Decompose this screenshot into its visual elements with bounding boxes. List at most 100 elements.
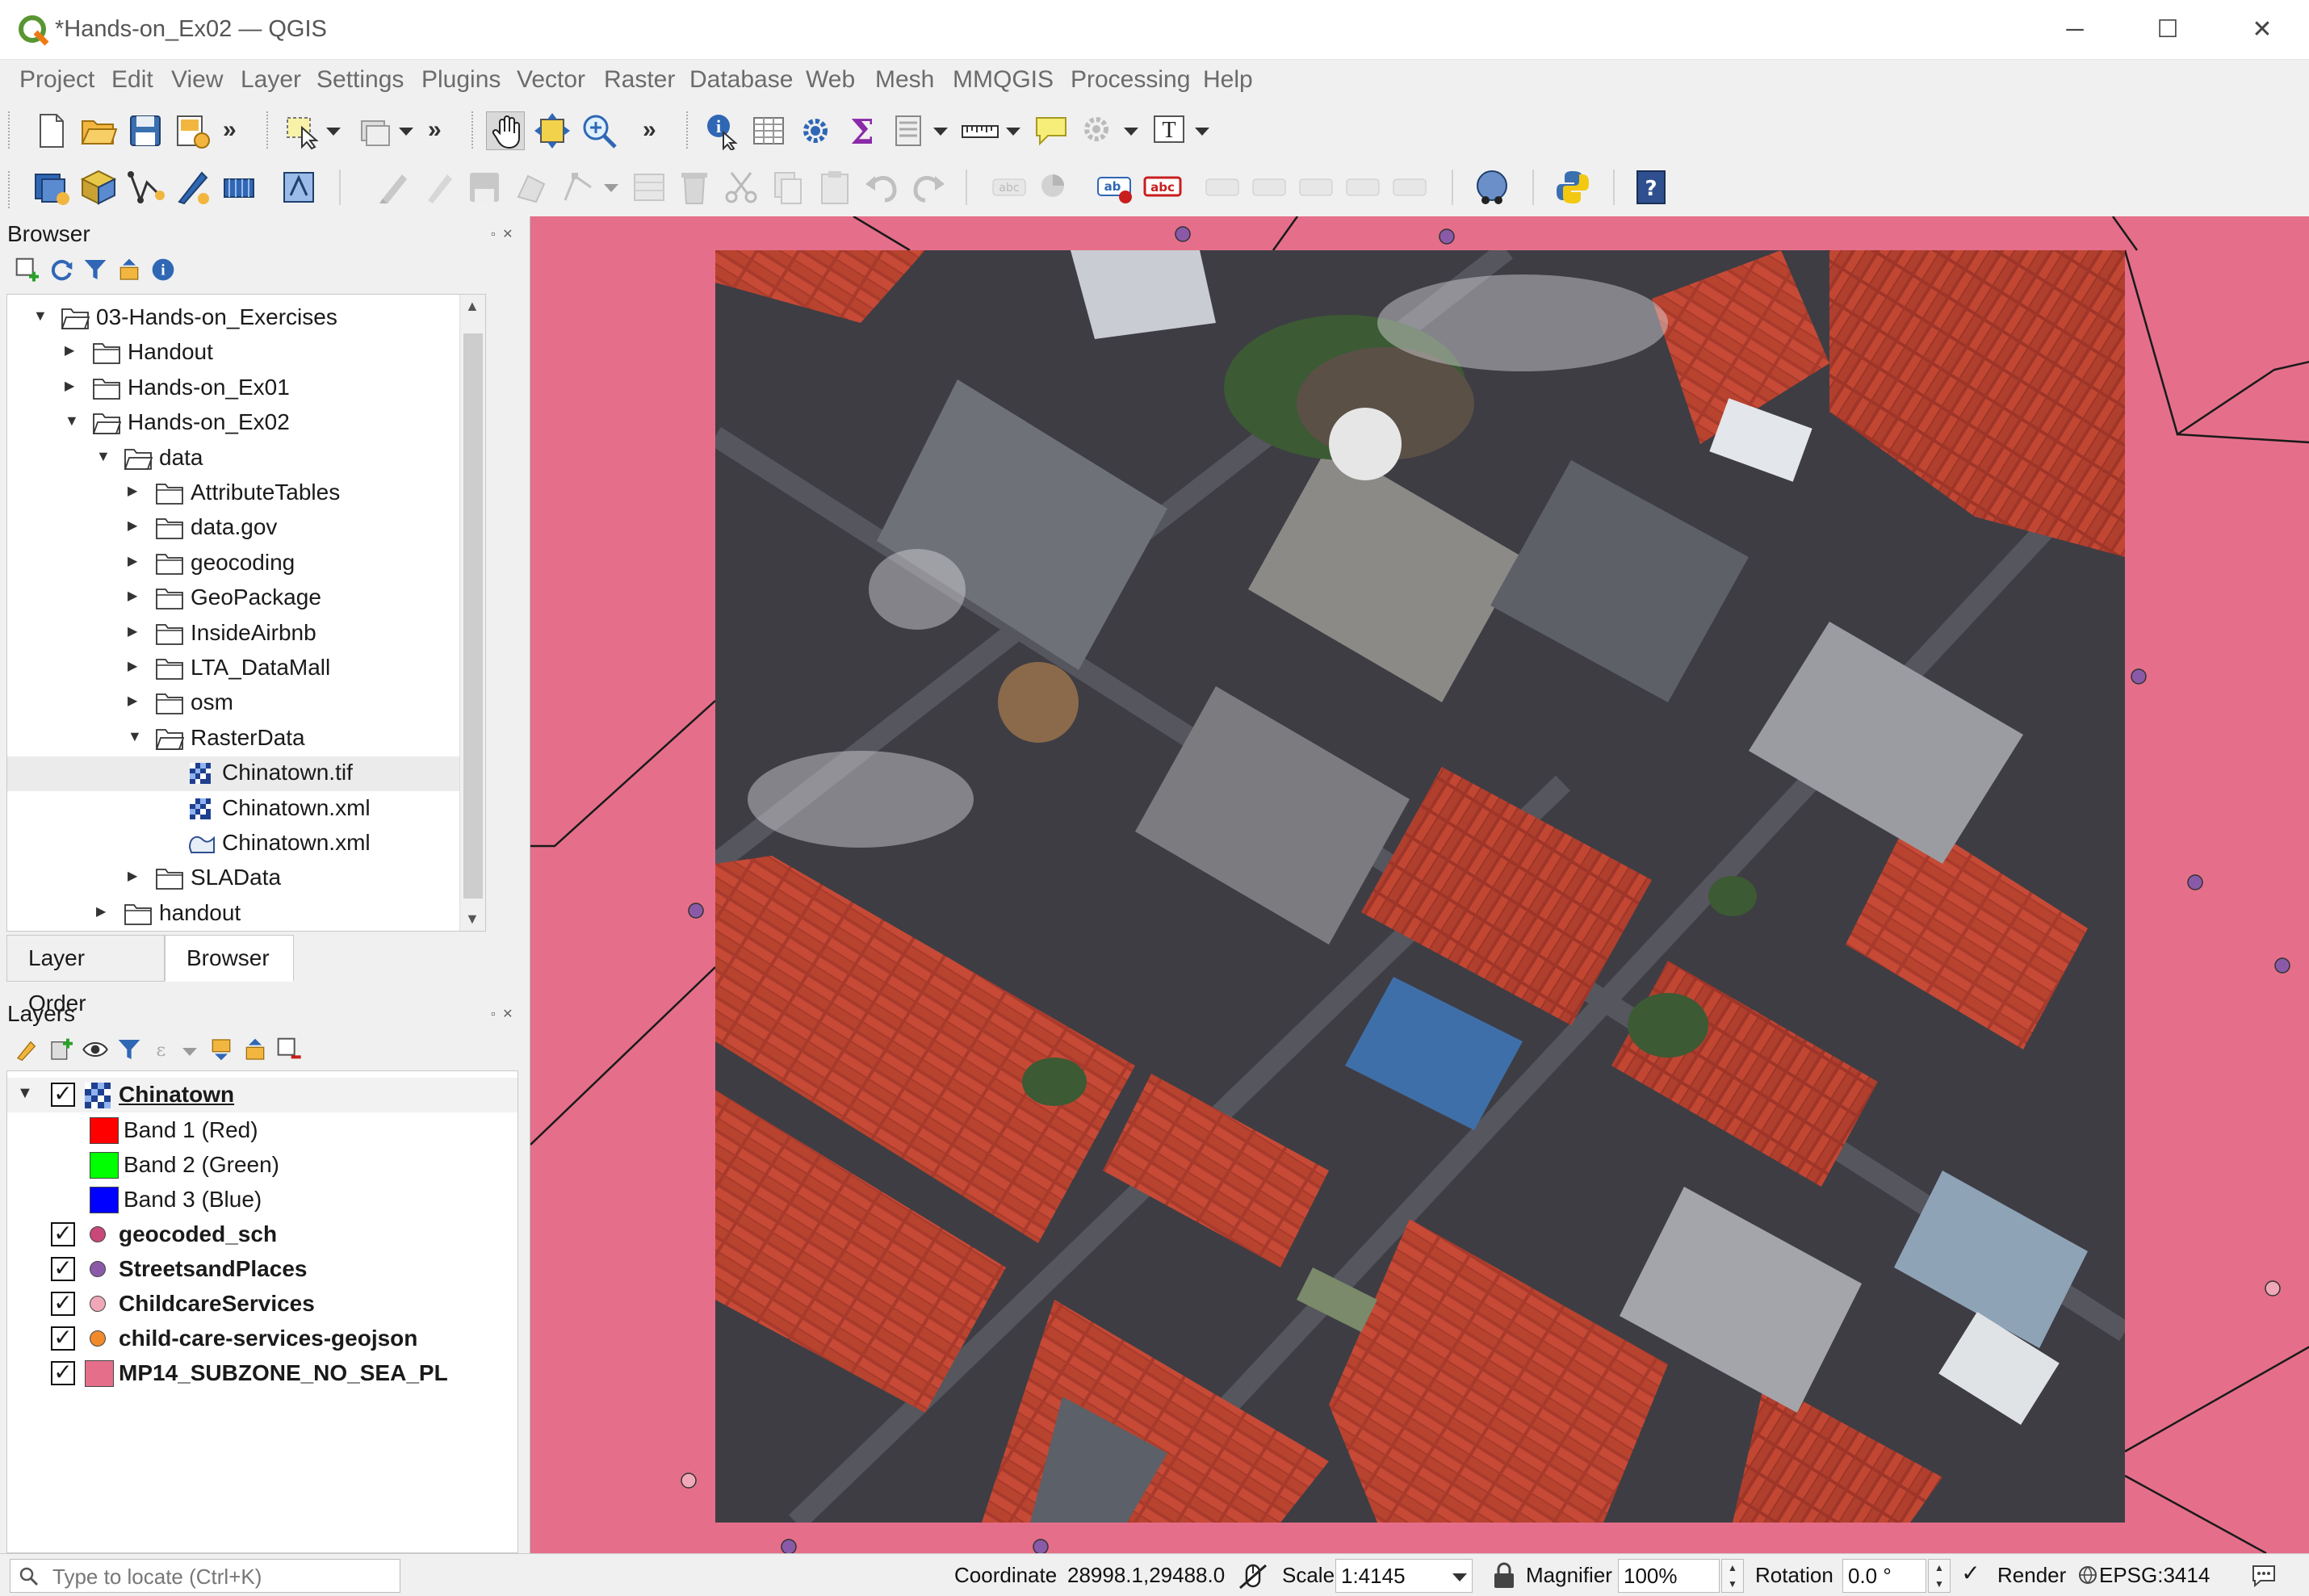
current-edits-icon[interactable] bbox=[375, 168, 413, 207]
processing-settings-icon[interactable] bbox=[796, 111, 835, 150]
properties-info-icon[interactable]: i bbox=[150, 257, 176, 283]
magnifier-field[interactable]: 100% bbox=[1618, 1559, 1720, 1593]
browser-tree-item[interactable]: ▶ InsideAirbnb bbox=[7, 617, 459, 651]
layer-visibility-checkbox[interactable]: ✓ bbox=[51, 1326, 75, 1351]
minimize-button[interactable]: ─ bbox=[2051, 11, 2099, 48]
filter-by-expression-icon[interactable]: ε bbox=[150, 1037, 176, 1062]
expand-all-icon[interactable] bbox=[208, 1037, 234, 1062]
open-field-calculator-icon[interactable] bbox=[890, 111, 928, 150]
menu-processing[interactable]: Processing bbox=[1071, 66, 1190, 94]
identify-features-icon[interactable]: i bbox=[702, 111, 741, 152]
statistical-summary-icon[interactable]: Σ bbox=[843, 111, 882, 152]
layer-visibility-checkbox[interactable]: ✓ bbox=[51, 1361, 75, 1385]
browser-tree-item[interactable]: ▶ handout bbox=[7, 897, 459, 931]
add-feature-icon[interactable] bbox=[512, 168, 551, 207]
save-edits-icon[interactable] bbox=[465, 168, 504, 207]
save-project-icon[interactable] bbox=[126, 111, 165, 150]
close-button[interactable]: ✕ bbox=[2238, 11, 2286, 48]
toggle-editing-icon[interactable] bbox=[418, 168, 457, 207]
menu-project[interactable]: Project bbox=[19, 66, 94, 94]
browser-tree-item[interactable]: ▼ 03-Hands-on_Exercises bbox=[7, 301, 459, 336]
collapse-arrow-icon[interactable]: ▼ bbox=[96, 448, 114, 466]
scale-combobox[interactable]: 1:4145 bbox=[1335, 1559, 1473, 1593]
rotate-label-icon[interactable] bbox=[1343, 168, 1382, 207]
expand-arrow-icon[interactable]: ▶ bbox=[128, 588, 145, 605]
modify-attributes-icon[interactable] bbox=[630, 168, 668, 207]
browser-tree-item[interactable]: Chinatown.xml bbox=[7, 827, 459, 861]
redo-icon[interactable] bbox=[909, 168, 948, 207]
menu-view[interactable]: View bbox=[171, 66, 223, 94]
copy-features-icon[interactable] bbox=[769, 168, 807, 207]
highlight-unplaced-labels-icon[interactable]: abc bbox=[1143, 168, 1182, 207]
add-group-icon[interactable] bbox=[48, 1037, 74, 1062]
browser-tree-item[interactable]: ▶ osm bbox=[7, 686, 459, 721]
map-canvas[interactable] bbox=[530, 216, 2309, 1553]
layer-row-mp14-subzone[interactable]: ✓ MP14_SUBZONE_NO_SEA_PL bbox=[7, 1356, 518, 1391]
layer-diagram-icon[interactable] bbox=[1037, 168, 1075, 207]
help-contents-icon[interactable]: ? bbox=[1632, 168, 1671, 207]
expand-arrow-icon[interactable]: ▶ bbox=[128, 693, 145, 710]
layers-dock-buttons[interactable]: ▫ ✕ bbox=[491, 1006, 515, 1022]
text-annotation-icon[interactable]: T bbox=[1150, 111, 1188, 150]
menu-layer[interactable]: Layer bbox=[241, 66, 301, 94]
layer-row-streetsandplaces[interactable]: ✓ StreetsandPlaces bbox=[7, 1252, 518, 1287]
collapse-all-layers-icon[interactable] bbox=[242, 1037, 268, 1062]
expand-arrow-icon[interactable]: ▶ bbox=[96, 903, 114, 921]
coordinate-field[interactable]: 28998.1,29488.0 bbox=[1062, 1559, 1235, 1593]
browser-tree-item[interactable]: ▶ SLAData bbox=[7, 861, 459, 896]
rotation-spinner[interactable]: ▲ ▼ bbox=[1928, 1559, 1951, 1593]
expand-arrow-icon[interactable]: ▶ bbox=[128, 483, 145, 501]
browser-scroll-thumb[interactable] bbox=[463, 333, 483, 899]
map-tips-icon[interactable] bbox=[1032, 111, 1071, 150]
measure-line-icon[interactable] bbox=[961, 111, 999, 150]
qgis-cloud-icon[interactable] bbox=[1473, 168, 1511, 207]
browser-tree-item[interactable]: ▶ geocoding bbox=[7, 547, 459, 581]
layer-visibility-checkbox[interactable]: ✓ bbox=[51, 1222, 75, 1246]
new-print-layout-icon[interactable] bbox=[173, 111, 212, 150]
pan-map-icon[interactable] bbox=[486, 111, 525, 150]
magnifier-spinner[interactable]: ▲ ▼ bbox=[1721, 1559, 1744, 1593]
new-temporary-layer-icon[interactable] bbox=[173, 168, 212, 207]
change-label-icon[interactable] bbox=[1390, 168, 1429, 207]
toggle-extents-mouse-icon[interactable] bbox=[1238, 1562, 1268, 1591]
cut-features-icon[interactable] bbox=[722, 168, 761, 207]
expand-arrow-icon[interactable]: ▶ bbox=[128, 517, 145, 535]
new-project-icon[interactable] bbox=[32, 111, 71, 150]
remove-layer-icon[interactable] bbox=[276, 1037, 302, 1062]
collapse-arrow-icon[interactable]: ▼ bbox=[33, 308, 51, 325]
browser-tree-item[interactable]: ▼ RasterData bbox=[7, 722, 459, 756]
menu-mmqgis[interactable]: MMQGIS bbox=[953, 66, 1054, 94]
open-layer-styling-icon[interactable] bbox=[15, 1037, 40, 1062]
browser-tree-item[interactable]: ▶ AttributeTables bbox=[7, 476, 459, 511]
delete-selected-icon[interactable] bbox=[675, 168, 714, 207]
rotation-field[interactable]: 0.0 ° bbox=[1842, 1559, 1926, 1593]
menu-settings[interactable]: Settings bbox=[316, 66, 404, 94]
collapse-arrow-icon[interactable]: ▼ bbox=[17, 1084, 35, 1102]
data-source-manager-icon[interactable] bbox=[32, 168, 71, 207]
menu-database[interactable]: Database bbox=[689, 66, 793, 94]
new-virtual-layer-icon[interactable] bbox=[220, 168, 258, 207]
toolbar-overflow-3[interactable]: » bbox=[643, 116, 656, 144]
browser-tree-item[interactable]: ▶ Handout bbox=[7, 336, 459, 371]
menu-mesh[interactable]: Mesh bbox=[875, 66, 934, 94]
vertex-tool-icon[interactable] bbox=[559, 168, 597, 207]
messages-icon[interactable] bbox=[2251, 1564, 2277, 1588]
undo-icon[interactable] bbox=[862, 168, 901, 207]
browser-tree-item[interactable]: Chinatown.xml bbox=[7, 792, 459, 827]
layer-visibility-checkbox[interactable]: ✓ bbox=[51, 1292, 75, 1316]
select-features-icon[interactable] bbox=[283, 111, 321, 150]
show-hide-labels-icon[interactable] bbox=[1250, 168, 1289, 207]
browser-tree-item[interactable]: ▶ GeoPackage bbox=[7, 581, 459, 616]
browser-tree-item[interactable]: ▶ LTA_DataMall bbox=[7, 651, 459, 686]
browser-dock-buttons[interactable]: ▫ ✕ bbox=[491, 226, 515, 242]
new-shapefile-layer-icon[interactable] bbox=[126, 168, 165, 207]
label-toolbar-icon[interactable]: abc bbox=[990, 168, 1029, 207]
collapse-arrow-icon[interactable]: ▼ bbox=[65, 413, 82, 430]
layer-row-geocoded-sch[interactable]: ✓ geocoded_sch bbox=[7, 1217, 518, 1252]
layer-row-childcareservices[interactable]: ✓ ChildcareServices bbox=[7, 1287, 518, 1322]
toolbar-overflow-2[interactable]: » bbox=[428, 116, 442, 144]
expand-arrow-icon[interactable]: ▶ bbox=[65, 378, 82, 396]
browser-tree-item[interactable]: Chinatown.tif bbox=[7, 756, 459, 792]
tab-layer-order[interactable]: Layer Order bbox=[6, 935, 165, 1016]
layer-row-child-care-services-geojson[interactable]: ✓ child-care-services-geojson bbox=[7, 1322, 518, 1356]
